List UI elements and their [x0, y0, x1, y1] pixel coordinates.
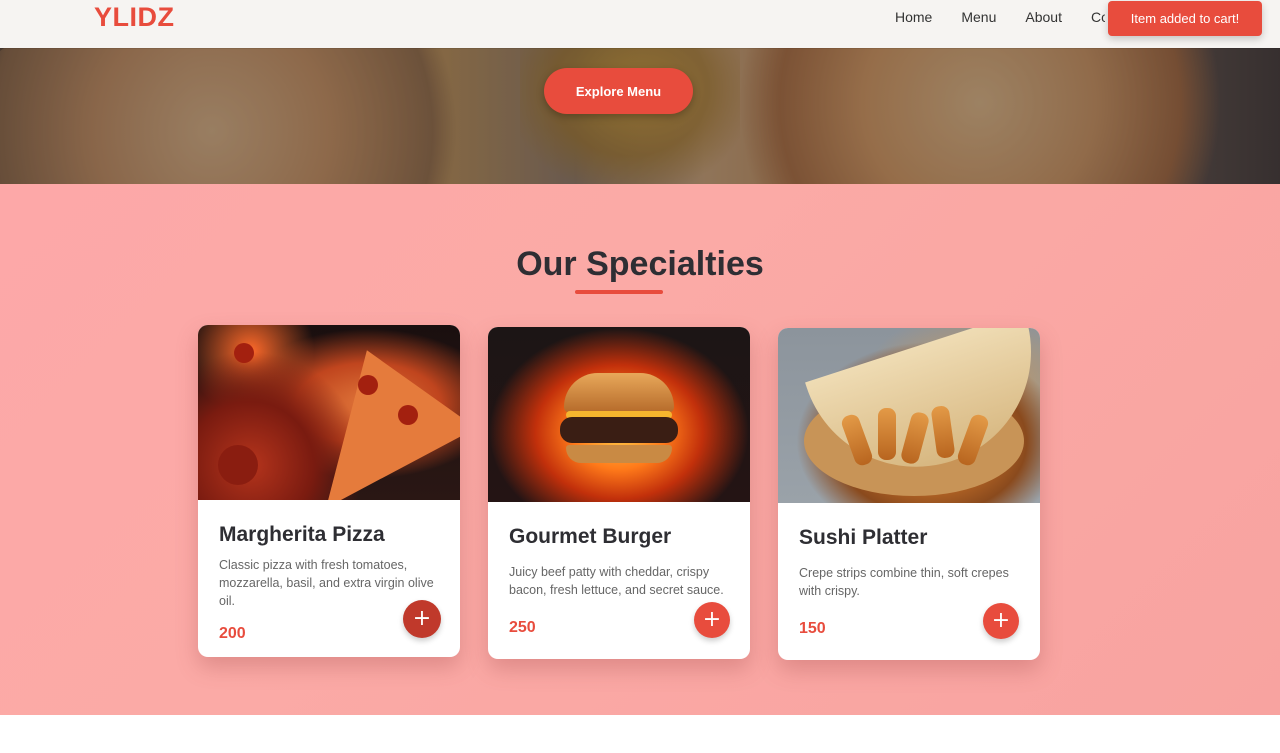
wrap-image	[778, 328, 1040, 503]
site-header: YLIDZ Home Menu About Contact	[0, 0, 1280, 48]
add-to-cart-button[interactable]: +	[983, 603, 1019, 639]
item-description: Juicy beef patty with cheddar, crispy ba…	[509, 565, 724, 597]
burger-image	[488, 327, 750, 502]
cart-toast: Item added to cart!	[1108, 1, 1262, 36]
item-price: 200	[219, 625, 246, 642]
nav-contact-link[interactable]: Contact	[1091, 9, 1105, 25]
title-underline	[575, 290, 663, 294]
item-price: 150	[799, 620, 826, 637]
add-to-cart-button[interactable]: +	[403, 600, 441, 638]
item-description: Crepe strips combine thin, soft crepes w…	[799, 566, 1009, 598]
specialties-section: Our Specialties Margherita Pizza Classic…	[0, 184, 1280, 715]
add-to-cart-button[interactable]: +	[694, 602, 730, 638]
section-title: Our Specialties	[516, 245, 764, 283]
item-name: Gourmet Burger	[509, 525, 672, 548]
nav-home-link[interactable]: Home	[895, 9, 932, 25]
menu-card-burger: Gourmet Burger Juicy beef patty with che…	[488, 327, 750, 659]
pizza-image	[198, 325, 460, 500]
nav-menu-link[interactable]: Menu	[961, 9, 996, 25]
menu-card-wrap: Sushi Platter Crepe strips combine thin,…	[778, 328, 1040, 660]
brand-logo[interactable]: YLIDZ	[94, 2, 175, 33]
explore-menu-button[interactable]: Explore Menu	[544, 68, 693, 114]
hero-banner: Explore Menu	[0, 48, 1280, 184]
menu-card-pizza: Margherita Pizza Classic pizza with fres…	[198, 325, 460, 657]
item-price: 250	[509, 619, 536, 636]
main-nav: Home Menu About Contact	[895, 9, 1105, 25]
item-description: Classic pizza with fresh tomatoes, mozza…	[219, 558, 434, 608]
item-name: Margherita Pizza	[219, 523, 385, 546]
item-name: Sushi Platter	[799, 526, 928, 549]
nav-about-link[interactable]: About	[1025, 9, 1062, 25]
